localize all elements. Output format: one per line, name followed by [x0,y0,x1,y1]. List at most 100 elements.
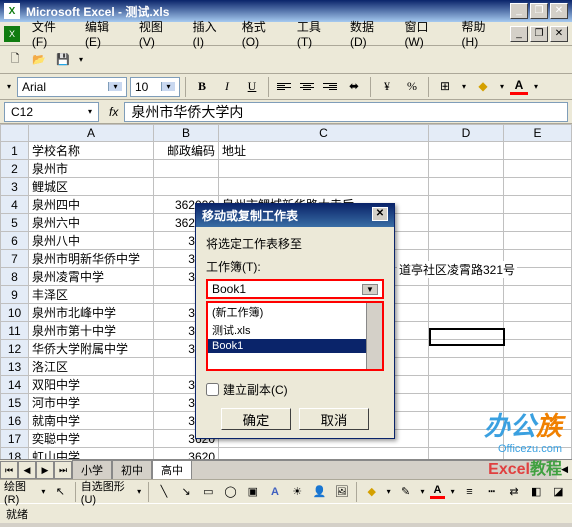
tab-nav-next-icon[interactable]: ▶ [36,461,54,479]
align-center-button[interactable] [297,77,317,97]
chevron-down-icon[interactable]: ▾ [161,82,175,91]
formula-input[interactable]: 泉州市华侨大学内 [124,102,568,122]
chevron-down-icon[interactable]: ▾ [108,82,122,91]
save-icon[interactable]: 💾 [52,49,74,71]
cell[interactable] [429,394,504,412]
row-header[interactable]: 4 [1,196,29,214]
currency-button[interactable]: ¥ [376,76,398,98]
menu-data[interactable]: 数据(D) [344,16,396,51]
row-header[interactable]: 13 [1,358,29,376]
dialog-titlebar[interactable]: 移动或复制工作表 ✕ [196,204,394,227]
cell[interactable]: 泉州八中 [29,232,154,250]
cell[interactable] [429,286,504,304]
name-box[interactable]: C12 ▾ [4,102,99,122]
cell[interactable]: 丰泽区 [29,286,154,304]
close-button[interactable]: ✕ [550,3,568,19]
cell[interactable]: 地址 [219,142,429,160]
col-header-E[interactable]: E [504,125,572,142]
fill-icon[interactable]: ◆ [362,481,381,503]
col-header-B[interactable]: B [154,125,219,142]
cell[interactable] [504,322,572,340]
menu-help[interactable]: 帮助(H) [456,16,508,51]
row-header[interactable]: 6 [1,232,29,250]
restore-button[interactable]: ❐ [530,3,548,19]
menu-edit[interactable]: 编辑(E) [79,16,131,51]
row-header[interactable]: 11 [1,322,29,340]
tab-nav-last-icon[interactable]: ⏭ [54,461,72,479]
cell[interactable] [429,178,504,196]
cell[interactable] [504,286,572,304]
row-header[interactable]: 5 [1,214,29,232]
font-color-icon[interactable]: A [430,484,446,499]
arrow-style-icon[interactable]: ⇄ [504,481,523,503]
autoshape-menu[interactable]: 自选图形(U) [81,478,132,506]
table-row[interactable]: 2泉州市 [1,160,572,178]
workbook-combo[interactable]: Book1 ▼ [206,279,384,299]
list-item-selected[interactable]: Book1 [208,339,382,353]
row-header[interactable]: 7 [1,250,29,268]
cell[interactable] [219,178,429,196]
cell[interactable] [429,358,504,376]
menu-tools[interactable]: 工具(T) [291,16,342,51]
arrow-icon[interactable]: ↘ [177,481,196,503]
cell[interactable]: 泉州四中 [29,196,154,214]
cell[interactable]: 华侨大学附属中学 [29,340,154,358]
cell[interactable]: 就南中学 [29,412,154,430]
align-right-button[interactable] [320,77,340,97]
open-icon[interactable]: 📂 [28,49,50,71]
italic-button[interactable]: I [216,76,238,98]
draw-menu[interactable]: 绘图(R) [4,478,36,506]
sheet-tab-2[interactable]: 初中 [112,460,152,479]
menu-window[interactable]: 窗口(W) [398,16,453,51]
cell[interactable] [429,304,504,322]
cell[interactable] [429,232,504,250]
ok-button[interactable]: 确定 [221,408,291,430]
percent-button[interactable]: % [401,76,423,98]
cell[interactable] [504,394,572,412]
clipart-icon[interactable]: 👤 [310,481,329,503]
toolbar-more-icon[interactable]: ▾ [76,55,86,64]
cell[interactable] [429,142,504,160]
dialog-close-icon[interactable]: ✕ [372,207,388,221]
font-size-combo[interactable]: 10 ▾ [130,77,180,97]
tab-nav-first-icon[interactable]: ⏮ [0,461,18,479]
cell[interactable] [504,142,572,160]
tab-nav-prev-icon[interactable]: ◀ [18,461,36,479]
cell[interactable]: 泉州市第十中学 [29,322,154,340]
doc-icon[interactable]: X [4,26,20,42]
line-color-icon[interactable]: ✎ [396,481,415,503]
cell[interactable]: 学校名称 [29,142,154,160]
picture-icon[interactable]: 🖼 [332,481,351,503]
fx-icon[interactable]: fx [109,105,118,119]
font-color-button[interactable]: A [510,78,528,95]
cell[interactable]: 奕聪中学 [29,430,154,448]
line-style-icon[interactable]: ≡ [460,481,479,503]
cell[interactable] [504,358,572,376]
cell[interactable] [504,376,572,394]
textbox-icon[interactable]: ▣ [243,481,262,503]
cell[interactable] [504,196,572,214]
indent-button[interactable]: ⊞ [434,76,456,98]
list-scrollbar[interactable] [366,303,382,369]
menu-format[interactable]: 格式(O) [236,16,289,51]
cell[interactable] [504,214,572,232]
row-header[interactable]: 3 [1,178,29,196]
create-copy-checkbox[interactable] [206,383,219,396]
underline-button[interactable]: U [241,76,263,98]
fill-color-button[interactable]: ◆ [472,76,494,98]
rect-icon[interactable]: ▭ [199,481,218,503]
row-header[interactable]: 17 [1,430,29,448]
cell[interactable] [154,178,219,196]
chevron-down-icon[interactable]: ▼ [362,284,378,295]
cell[interactable] [429,160,504,178]
cell[interactable] [504,232,572,250]
col-header-C[interactable]: C [219,125,429,142]
minimize-button[interactable]: _ [510,3,528,19]
cell[interactable] [504,340,572,358]
style-dd[interactable]: ▾ [4,82,14,91]
row-header[interactable]: 9 [1,286,29,304]
list-item[interactable]: 测试.xls [208,321,382,339]
menu-insert[interactable]: 插入(I) [187,16,234,51]
shadow-icon[interactable]: ◧ [527,481,546,503]
row-header[interactable]: 8 [1,268,29,286]
